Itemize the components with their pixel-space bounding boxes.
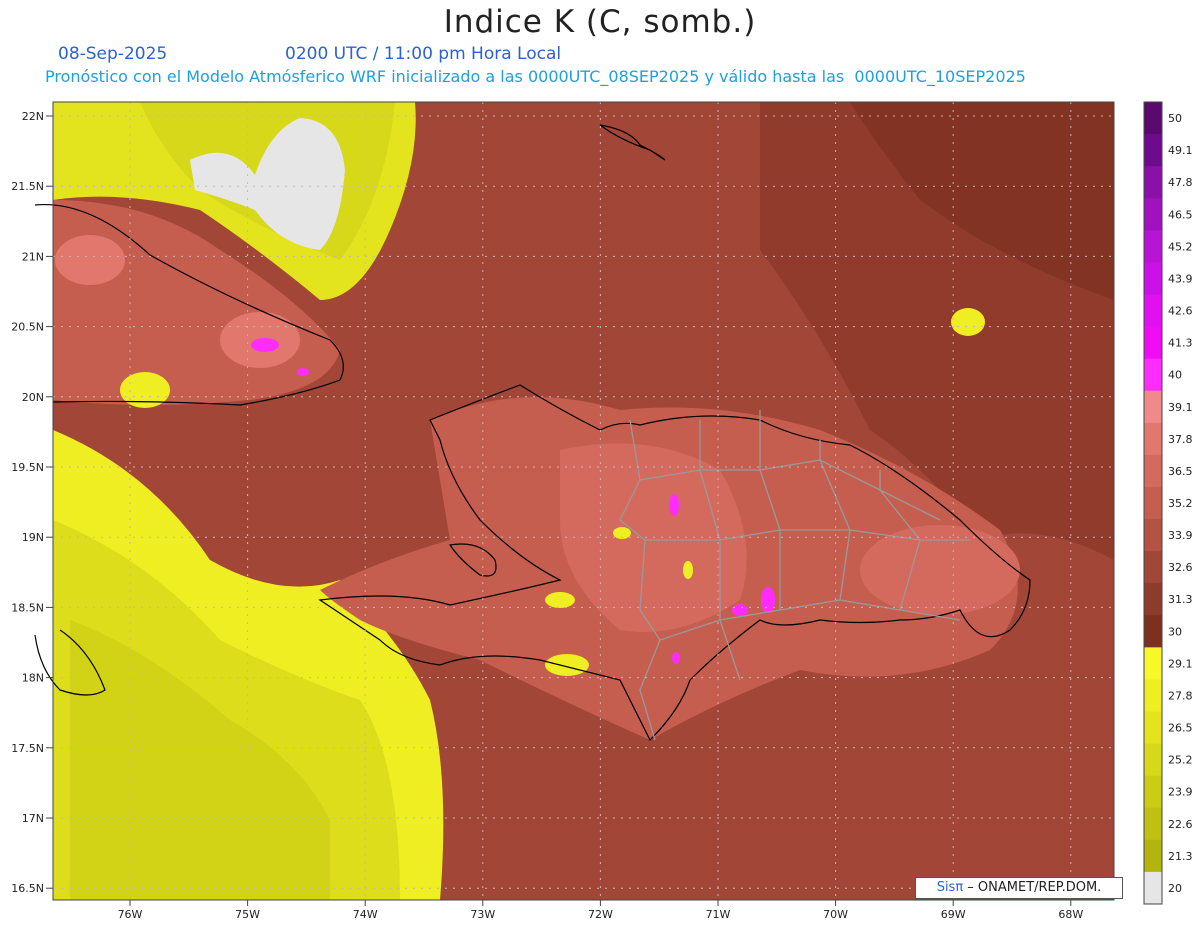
colorbar-segment	[1144, 871, 1162, 905]
credit-brand: Sisπ	[936, 880, 964, 895]
colorbar-label: 27.8	[1168, 689, 1193, 702]
lon-label: 70W	[823, 908, 848, 921]
lat-label: 20.5N	[11, 321, 44, 334]
colorbar-label: 46.5	[1168, 208, 1193, 221]
colorbar-segment	[1144, 102, 1162, 135]
colorbar-label: 43.9	[1168, 272, 1193, 285]
lat-label: 19.5N	[11, 461, 44, 474]
colorbar-segment	[1144, 839, 1162, 873]
shading-yellow-spot-3	[545, 592, 575, 608]
colorbar-label: 35.2	[1168, 497, 1193, 510]
lon-label: 73W	[470, 908, 495, 921]
colorbar-segment	[1144, 134, 1162, 167]
lon-label: 72W	[588, 908, 613, 921]
colorbar-segment	[1144, 775, 1162, 809]
colorbar-segment	[1144, 711, 1162, 745]
colorbar-label: 37.8	[1168, 433, 1193, 446]
colorbar-label: 41.3	[1168, 337, 1193, 350]
shading-yellow-spot-5	[683, 561, 693, 579]
lon-label: 68W	[1058, 908, 1083, 921]
colorbar-label: 30	[1168, 625, 1182, 638]
shading-yellow-spot-2	[545, 654, 589, 676]
lat-label: 18N	[22, 672, 44, 685]
lon-label: 75W	[235, 908, 260, 921]
shading-magenta-2	[297, 368, 309, 376]
colorbar-label: 22.6	[1168, 818, 1193, 831]
colorbar-label: 23.9	[1168, 786, 1193, 799]
lat-label: 18.5N	[11, 601, 44, 614]
colorbar-label: 45.2	[1168, 240, 1193, 253]
colorbar-label: 33.9	[1168, 529, 1193, 542]
lat-label: 21N	[22, 250, 44, 263]
shading-yellow-spot-1	[951, 308, 985, 336]
colorbar-label: 42.6	[1168, 305, 1193, 318]
colorbar-label: 50	[1168, 112, 1182, 125]
lat-label: 16.5N	[11, 882, 44, 895]
colorbar-label: 49.1	[1168, 144, 1193, 157]
colorbar-label: 29.1	[1168, 657, 1193, 670]
shading-pink-cuba-hot	[55, 235, 125, 285]
colorbar-segment	[1144, 166, 1162, 199]
lat-label: 17.5N	[11, 742, 44, 755]
colorbar-segment	[1144, 358, 1162, 392]
lat-label: 22N	[22, 110, 44, 123]
latitude-labels: 22N 21.5N 21N 20.5N 20N 19.5N 19N 18.5N 18N 17.5N…	[11, 110, 53, 895]
shading-magenta-6	[672, 652, 680, 664]
colorbar-segment	[1144, 198, 1162, 231]
lon-label: 74W	[353, 908, 378, 921]
colorbar-segment	[1144, 679, 1162, 713]
colorbar-segment	[1144, 230, 1162, 263]
credit-badge: Sisπ – ONAMET/REP.DOM.	[915, 877, 1123, 899]
lon-label: 76W	[118, 908, 143, 921]
colorbar-label: 21.3	[1168, 850, 1193, 863]
colorbar-segment	[1144, 743, 1162, 777]
lon-label: 71W	[706, 908, 731, 921]
colorbar-label: 32.6	[1168, 561, 1193, 574]
colorbar-label: 26.5	[1168, 722, 1193, 735]
colorbar-label: 31.3	[1168, 593, 1193, 606]
colorbar-segment	[1144, 647, 1162, 680]
lon-label: 69W	[941, 908, 966, 921]
colorbar-segment	[1144, 262, 1162, 295]
colorbar-label: 20	[1168, 882, 1182, 895]
colorbar-segment	[1144, 326, 1162, 360]
shading-magenta-1	[251, 338, 279, 352]
colorbar-segment	[1144, 486, 1162, 520]
colorbar-segment	[1144, 615, 1162, 648]
credit-text: – ONAMET/REP.DOM.	[963, 880, 1102, 895]
lat-label: 19N	[22, 531, 44, 544]
k-index-map: 22N 21.5N 21N 20.5N 20N 19.5N 19N 18.5N 18N 17.5N…	[11, 101, 1193, 921]
colorbar-segment	[1144, 519, 1162, 552]
shading-magenta-5	[732, 604, 748, 616]
colorbar-label: 40	[1168, 369, 1182, 382]
lat-label: 17N	[22, 812, 44, 825]
colorbar-segment	[1144, 390, 1162, 424]
shading-magenta-3	[669, 494, 679, 516]
colorbar-segment	[1144, 551, 1162, 584]
shading-magenta-4	[761, 587, 775, 613]
colorbar-segment	[1144, 807, 1162, 841]
shading-pink-east	[860, 525, 1020, 615]
colorbar: 50 49.1 47.8 46.5 45.2 43.9 42.6 41.3 40 39.1 37.8…	[1143, 101, 1193, 905]
colorbar-label: 47.8	[1168, 176, 1193, 189]
longitude-labels: 76W 75W 74W 73W 72W 71W 70W 69W 68W	[118, 900, 1083, 921]
colorbar-label: 39.1	[1168, 401, 1193, 414]
colorbar-segment	[1144, 454, 1162, 488]
colorbar-segment	[1144, 583, 1162, 616]
colorbar-label: 36.5	[1168, 465, 1193, 478]
lat-label: 20N	[22, 391, 44, 404]
colorbar-segment	[1144, 422, 1162, 456]
colorbar-label: 25.2	[1168, 754, 1193, 767]
lat-label: 21.5N	[11, 180, 44, 193]
colorbar-segment	[1144, 294, 1162, 328]
